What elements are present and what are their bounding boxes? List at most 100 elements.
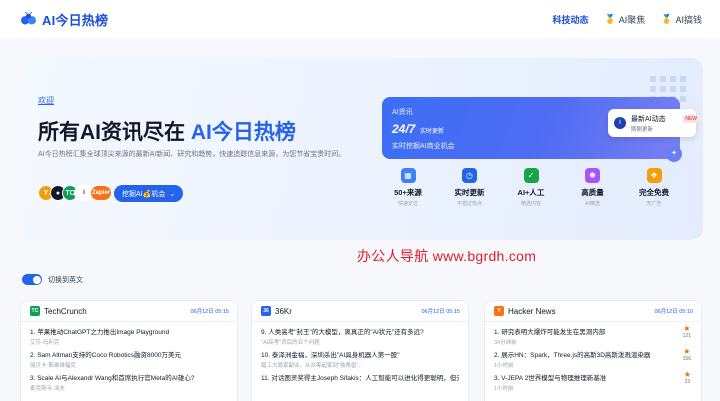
hacker-news-icon: Y: [494, 306, 504, 316]
feature-sub: 精选内容: [520, 201, 541, 207]
gift-icon: ❖: [646, 168, 662, 183]
card-title[interactable]: 36 36Kr: [261, 306, 292, 316]
card-date: 06月12日 05:10: [654, 309, 693, 315]
card-date: 06月12日 05:15: [190, 309, 229, 315]
medal-icon: 🥇: [604, 13, 616, 24]
feature-sources: ▦ 50+来源 快速定位: [382, 168, 434, 207]
float-title: 最新AI动态: [631, 116, 666, 123]
item-title[interactable]: 11. 对话图灵奖得主Joseph Sifakis：人工智能可以进化得更聪明，但…: [261, 372, 459, 382]
feature-ai-human: ✓ AI+人工 精选内容: [505, 168, 557, 207]
list-item[interactable]: 2. 展示HN：Spark，Three.js的高斯3D高斯泼溅渲染器 1小时前 …: [485, 345, 701, 369]
card-big-value: 24/7: [392, 122, 416, 136]
card-name: 36Kr: [275, 306, 292, 316]
hero-title-prefix: 所有AI资讯尽在: [38, 121, 185, 144]
list-item[interactable]: 9. 人类高考"封王"的大模型，离真正的"AI状元"还有多远? "AI高考"背后…: [252, 322, 468, 346]
button-label: 挖掘AI💰机会: [122, 190, 166, 198]
bulb-icon: ✺: [585, 168, 600, 183]
info-icon: i: [614, 117, 626, 129]
list-item[interactable]: 10. 泰泽洲金福，深圳杀出"AI具身机器人第一股" 踏工大局家副业，从众筹起家…: [252, 345, 468, 369]
float-sub: 刚刚更新: [631, 127, 654, 133]
list-item[interactable]: 2. Sam Altman支持的Coco Robotics融资8000万美元 丽…: [21, 345, 237, 369]
feature-sub: 无广告: [646, 201, 662, 207]
nav-link-label: AI搞钱: [675, 14, 702, 25]
star-count-value: 23: [684, 379, 691, 385]
nav-link-ai-money[interactable]: 🥇 AI搞钱: [661, 13, 702, 26]
clock-icon: ◷: [462, 168, 477, 183]
item-title[interactable]: 9. 人类高考"封王"的大模型，离真正的"AI状元"还有多远?: [261, 326, 459, 336]
language-toggle-row: 切换到英文: [22, 274, 83, 285]
feature-sub: AI精选: [585, 201, 600, 207]
lightbulb-icon: ✦: [666, 146, 682, 162]
feature-free: ❖ 完全免费 无广告: [628, 168, 680, 207]
card-header: Y Hacker News 06月12日 05:10: [485, 301, 701, 322]
hero-title: 所有AI资讯尽在 AI今日热榜: [38, 116, 296, 146]
feature-list: ▦ 50+来源 快速定位 ◷ 实时更新 不错过热点 ✓ AI+人工 精选内容 ✺…: [382, 168, 680, 207]
item-title[interactable]: 2. 展示HN：Spark，Three.js的高斯3D高斯泼溅渲染器: [494, 349, 692, 359]
new-badge: NEW: [683, 115, 699, 123]
nav-link-ai-focus[interactable]: 🥇 AI聚焦: [605, 13, 646, 26]
card-header: 36 36Kr 06月12日 05:15: [252, 301, 468, 322]
item-title[interactable]: 10. 泰泽洲金福，深圳杀出"AI具身机器人第一股": [261, 349, 459, 359]
hero-title-highlight: AI今日热榜: [190, 121, 296, 144]
brand-name: AI今日热榜: [42, 12, 109, 28]
latest-ai-float-card[interactable]: i 最新AI动态 刚刚更新 NEW: [608, 109, 699, 137]
star-count: ★ 23: [684, 370, 691, 385]
hero-subtitle: AI今日热榜汇集全球顶尖来源的最新AI新闻、研究和趋势，快速追踪信息来源，为您节…: [38, 151, 346, 158]
brand[interactable]: AI今日热榜: [20, 10, 108, 29]
nav-links: 科技动态 🥇 AI聚焦 🥇 AI搞钱: [553, 13, 702, 26]
card-title[interactable]: TC TechCrunch: [30, 306, 87, 316]
item-sub: 1小时前: [494, 386, 514, 392]
feature-title: 完全免费: [639, 188, 669, 197]
techcrunch-icon: TC: [30, 306, 40, 316]
hero-section: 欢迎 所有AI资讯尽在 AI今日热榜 AI今日热榜汇集全球顶尖来源的最新AI新闻…: [20, 58, 703, 240]
card-name: Hacker News: [508, 306, 556, 316]
item-title[interactable]: 3. V-JEPA 2世界模型与物理推理新基准: [494, 372, 692, 382]
item-title[interactable]: 1. 苹果推动ChatGPT之力推出Image Playground: [30, 326, 228, 336]
hero-welcome: 欢迎: [38, 96, 54, 105]
feature-quality: ✺ 高质量 AI精选: [567, 168, 619, 207]
source-avatars: Y ● TC i Zapier: [38, 185, 112, 201]
item-title[interactable]: 2. Sam Altman支持的Coco Robotics融资8000万美元: [30, 349, 228, 359]
card-date: 06月12日 05:15: [421, 309, 460, 315]
list-item[interactable]: 11. 对话图灵奖得主Joseph Sifakis：人工智能可以进化得更聪明，但…: [252, 368, 468, 391]
list-item[interactable]: 3. V-JEPA 2世界模型与物理推理新基准 1小时前 ★ 23: [485, 368, 701, 392]
feature-title: 实时更新: [454, 188, 485, 197]
item-title[interactable]: 3. Scale AI与Alexandr Wang和首席执行官Meta的AI雄心…: [30, 372, 228, 382]
check-icon: ✓: [523, 168, 539, 183]
avatar-zapier: Zapier: [90, 185, 112, 201]
list-item[interactable]: 1. 苹果推动ChatGPT之力推出Image Playground 艾莎·玛利…: [21, 322, 237, 346]
star-count: ★ 121: [683, 324, 691, 339]
feature-title: AI+人工: [517, 188, 545, 197]
star-count: ★ 156: [683, 347, 691, 362]
bee-logo-icon: [21, 11, 36, 24]
item-title[interactable]: 1. 研究表明大爆炸可能发生在黑洞内部: [494, 326, 692, 336]
source-card-techcrunch: TC TechCrunch 06月12日 05:15 1. 苹果推动ChatGP…: [20, 300, 238, 401]
star-count-value: 121: [682, 333, 691, 339]
watermark-text: 办公人导航 www.bgrdh.com: [357, 248, 537, 264]
nav-link-label: 科技动态: [552, 14, 589, 25]
page: AI今日热榜 科技动态 🥇 AI聚焦 🥇 AI搞钱 欢迎 所有AI资讯尽在 AI今日…: [0, 0, 720, 401]
toggle-label: 切换到英文: [48, 276, 83, 284]
language-toggle[interactable]: [22, 274, 42, 285]
mine-opportunity-button[interactable]: 挖掘AI💰机会 ⌄: [114, 185, 184, 202]
card-title[interactable]: Y Hacker News: [494, 306, 556, 316]
source-card-hacker-news: Y Hacker News 06月12日 05:10 1. 研究表明大爆炸可能发…: [484, 300, 702, 401]
chevron-down-icon: ⌄: [169, 190, 176, 198]
nav-link-label: AI聚焦: [618, 14, 646, 25]
star-icon: ★: [683, 324, 691, 333]
36kr-icon: 36: [261, 306, 271, 316]
card-sub: 实时挖掘AI商业机会: [392, 143, 455, 150]
nav-link-tech-news[interactable]: 科技动态: [553, 13, 589, 26]
star-count-value: 156: [682, 356, 691, 362]
card-header: TC TechCrunch 06月12日 05:15: [21, 301, 237, 322]
grid-icon: ▦: [400, 168, 416, 183]
top-nav: AI今日热榜 科技动态 🥇 AI聚焦 🥇 AI搞钱: [0, 0, 720, 38]
medal-icon: 🥇: [661, 13, 673, 24]
list-item[interactable]: 3. Scale AI与Alexandr Wang和首席执行官Meta的AI雄心…: [21, 368, 237, 392]
feature-sub: 不错过热点: [456, 201, 482, 207]
card-name: TechCrunch: [44, 306, 87, 316]
list-item[interactable]: 1. 研究表明大爆炸可能发生在黑洞内部 34分钟前 ★ 121: [485, 322, 701, 346]
star-icon: ★: [683, 347, 691, 356]
card-label: AI资讯: [392, 109, 413, 116]
feature-title: 高质量: [581, 188, 604, 197]
